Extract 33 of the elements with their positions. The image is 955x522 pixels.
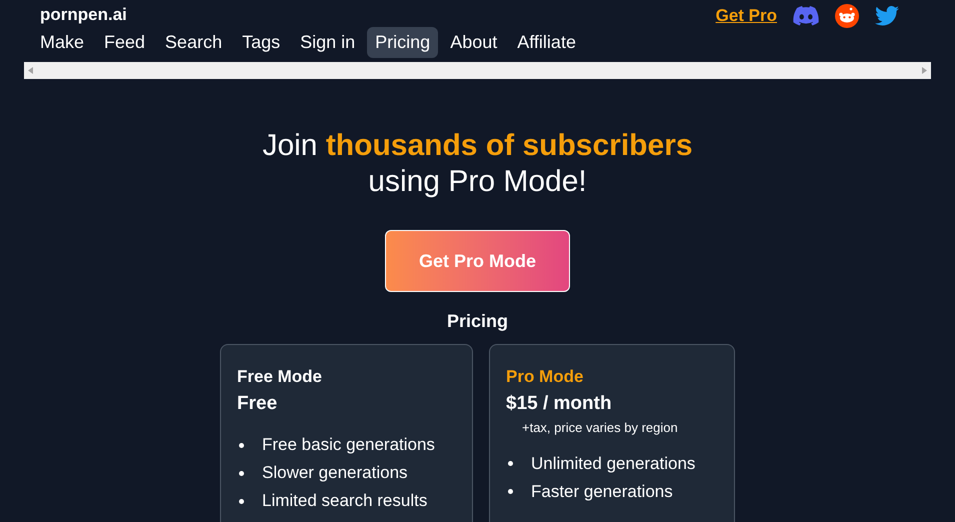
bullet-icon (508, 489, 513, 494)
nav-link[interactable]: Tags (234, 27, 288, 58)
pricing-heading: Pricing (446, 310, 508, 333)
nav-link[interactable]: Feed (96, 27, 154, 58)
feature-text: Faster generations (531, 482, 673, 502)
horizontal-scrollbar[interactable] (24, 62, 931, 79)
feature-text: Unlimited generations (531, 454, 696, 474)
feature-text: Limited search results (262, 491, 428, 511)
nav-link[interactable]: Make (32, 27, 92, 58)
twitter-icon[interactable] (875, 6, 899, 26)
plan-name: Free Mode (237, 366, 324, 388)
feature-text: Free basic generations (262, 435, 435, 455)
get-pro-link[interactable]: Get Pro (716, 3, 777, 28)
scroll-left-icon[interactable] (28, 67, 33, 74)
feature-text: Slower generations (262, 463, 408, 483)
plan-price: $15 / month (506, 392, 613, 416)
nav-link[interactable]: Affiliate (509, 27, 584, 58)
bullet-icon (239, 442, 244, 448)
price-note: +tax, price varies by region (522, 419, 679, 437)
bullet-icon (239, 470, 244, 476)
bullet-icon (508, 461, 513, 466)
discord-icon[interactable] (793, 6, 819, 26)
scroll-right-icon[interactable] (922, 67, 927, 74)
plan-name: Pro Mode (506, 366, 584, 388)
nav-link[interactable]: Search (157, 27, 230, 58)
site-logo[interactable]: pornpen.ai (40, 3, 584, 27)
nav-link[interactable]: Sign in (292, 27, 364, 58)
headline: Join thousands of subscribers using Pro Mode! (261, 128, 694, 200)
plan-price: Free (237, 392, 278, 416)
reddit-icon[interactable] (835, 4, 859, 28)
nav-link[interactable]: About (442, 27, 506, 58)
nav-link[interactable]: Pricing (367, 27, 438, 58)
bullet-icon (239, 498, 244, 504)
